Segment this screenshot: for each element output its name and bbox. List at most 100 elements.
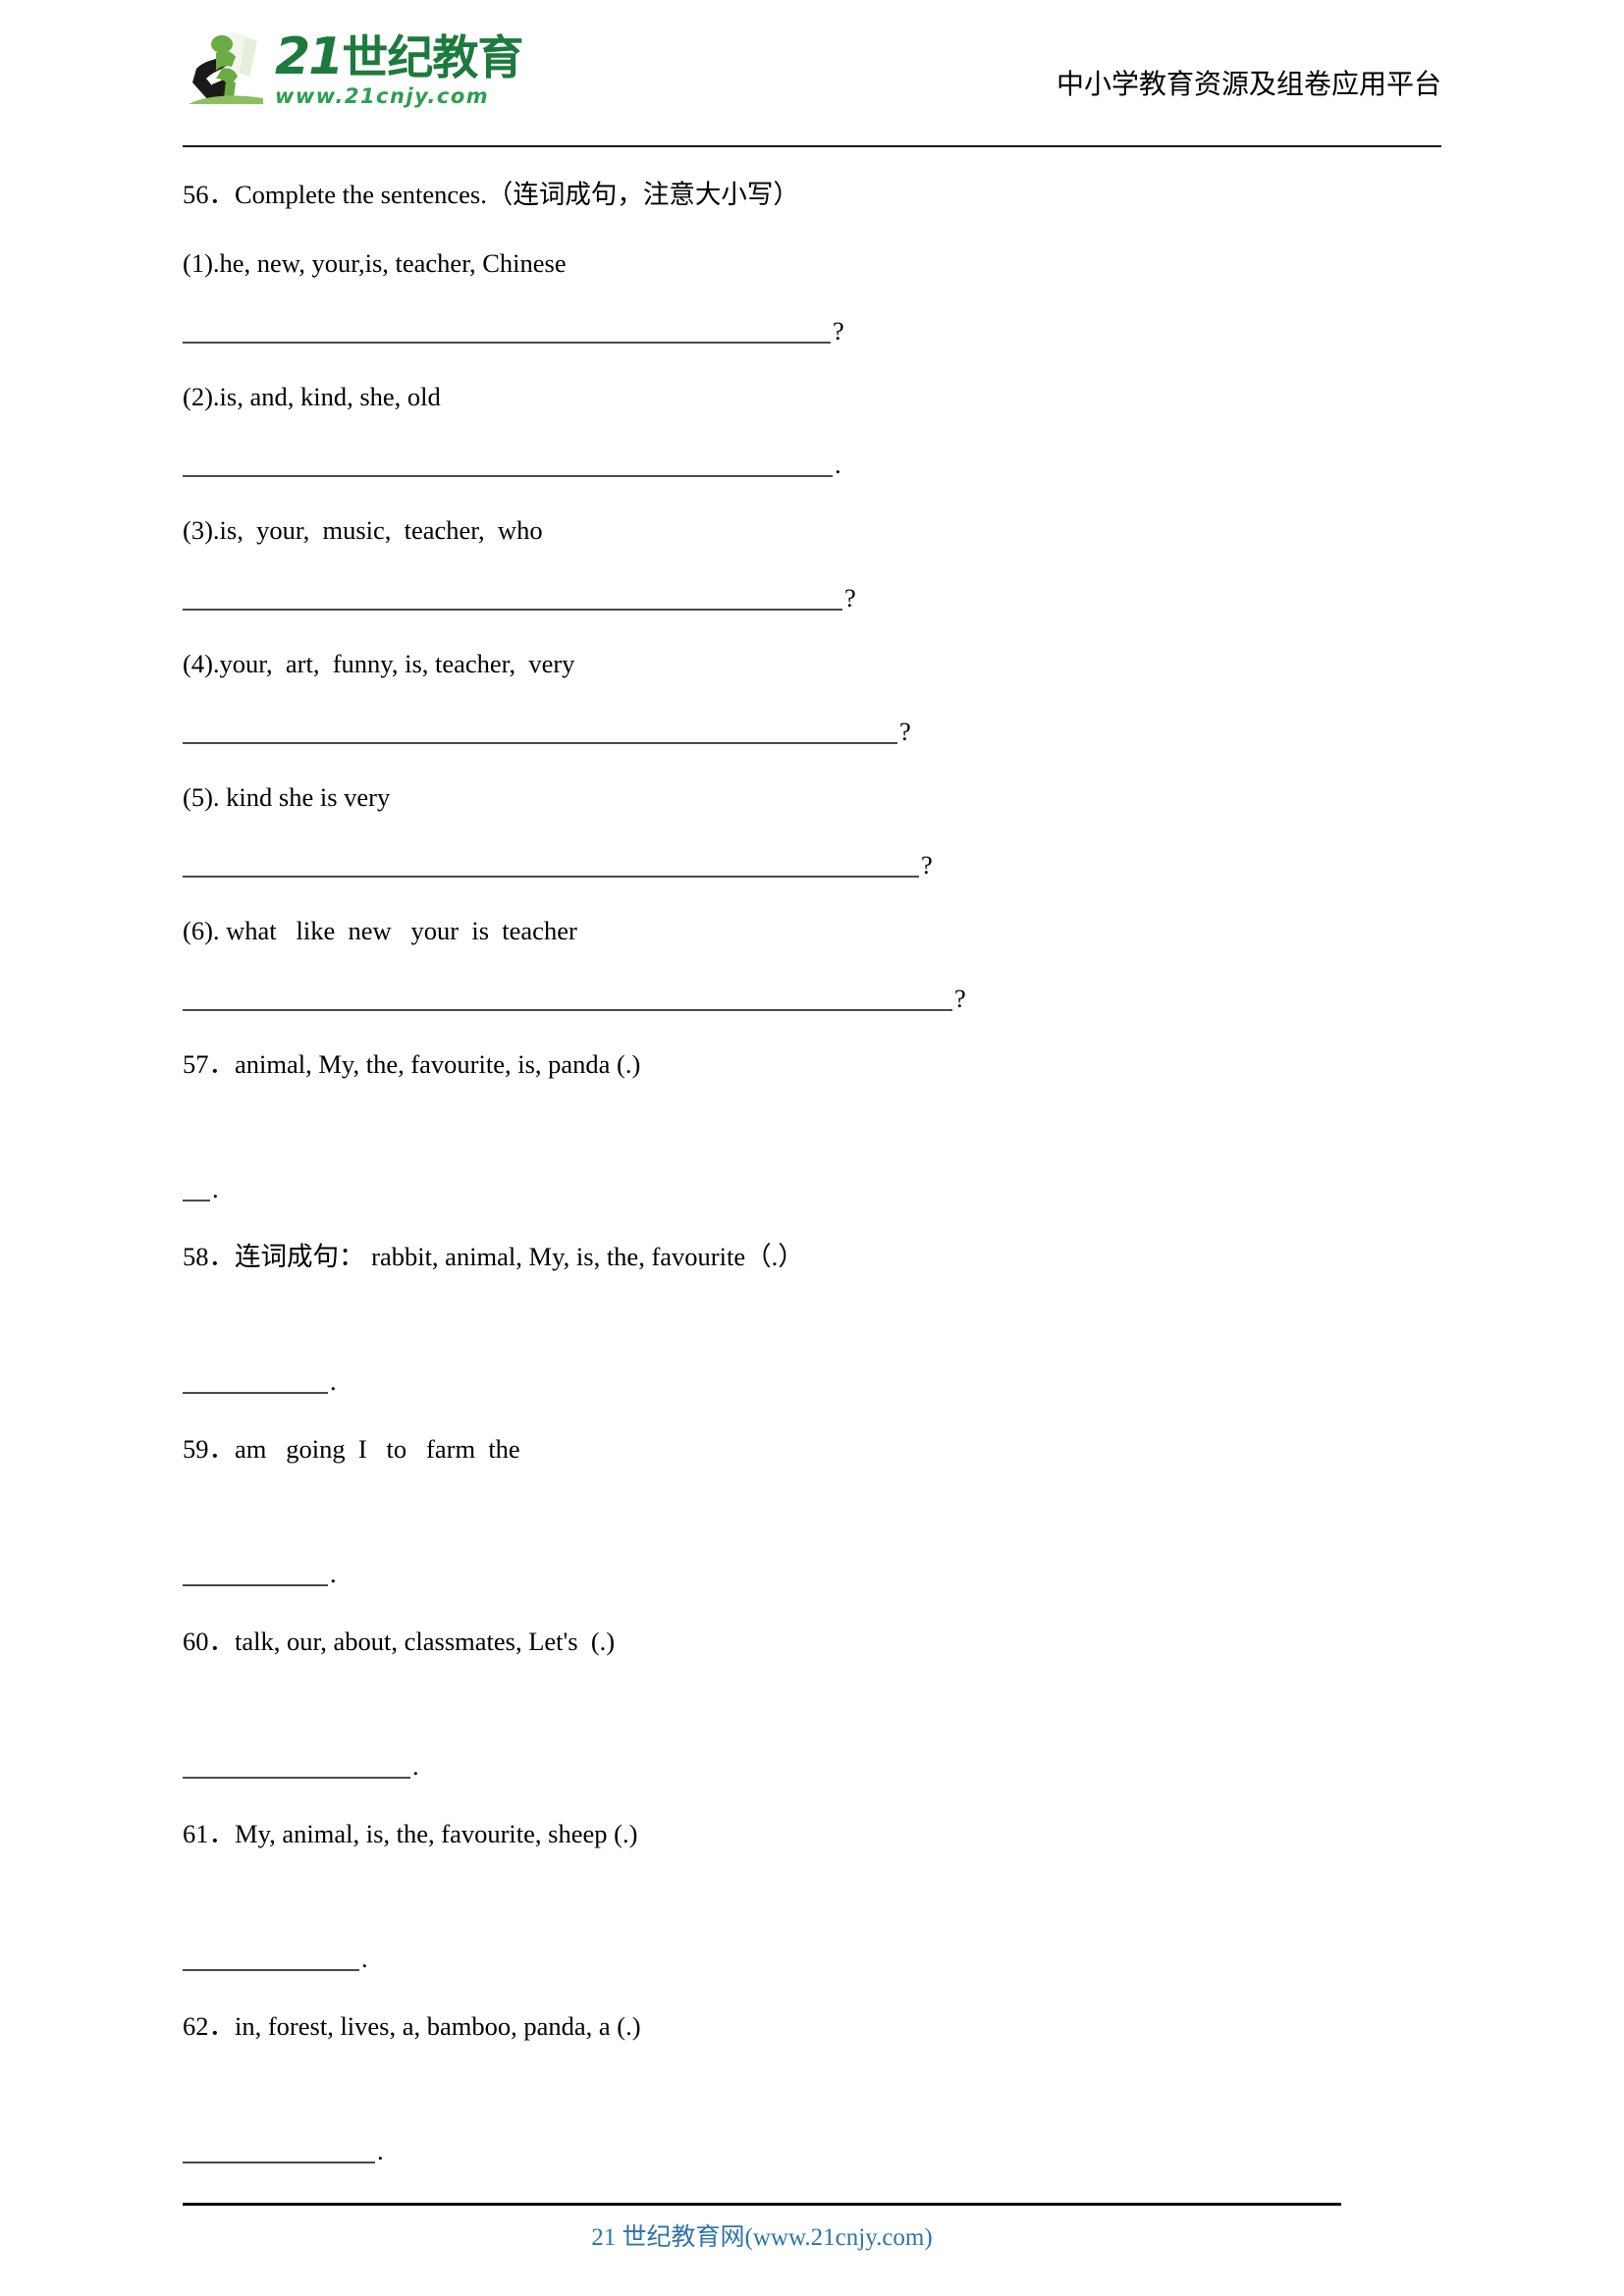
page-footer: 21 世纪教育网(www.21cnjy.com)	[183, 2203, 1441, 2253]
answer-punctuation: .	[361, 1944, 368, 1973]
answer-line-56-2[interactable]: .	[183, 450, 1441, 477]
question-57-number: 57．	[183, 1049, 235, 1079]
question-56-item-3: (3).is, your, music, teacher, who	[183, 515, 543, 545]
site-logo: 21世纪教育 www.21cnjy.com	[187, 20, 523, 114]
question-56-item-1: (1).he, new, your,is, teacher, Chinese	[183, 248, 567, 278]
answer-blank[interactable]	[183, 2136, 375, 2163]
question-57-prompt: 57．animal, My, the, favourite, is, panda…	[183, 1048, 1441, 1080]
question-60-number: 60．	[183, 1627, 235, 1656]
answer-punctuation: ?	[954, 984, 966, 1013]
question-58-text: 连词成句： rabbit, animal, My, is, the, favou…	[235, 1242, 804, 1271]
running-person-with-book-icon	[187, 26, 271, 108]
question-62-number: 62．	[183, 2011, 235, 2041]
answer-punctuation: .	[377, 2136, 384, 2165]
page-header: 21世纪教育 www.21cnjy.com 中小学教育资源及组卷应用平台	[183, 0, 1441, 116]
question-62-prompt: 62．in, forest, lives, a, bamboo, panda, …	[183, 2010, 1441, 2042]
answer-line-56-1[interactable]: ?	[183, 316, 1441, 344]
question-56-prompt: 56．Complete the sentences.（连词成句，注意大小写）	[183, 179, 1441, 210]
answer-line-58[interactable]: .	[183, 1366, 1441, 1394]
question-61-text: My, animal, is, the, favourite, sheep (.…	[235, 1819, 638, 1848]
question-56-item-4: (4).your, art, funny, is, teacher, very	[183, 649, 575, 678]
answer-blank[interactable]	[183, 1751, 410, 1779]
question-60-prompt: 60．talk, our, about, classmates, Let's (…	[183, 1626, 1441, 1657]
answer-blank[interactable]	[183, 316, 831, 344]
answer-line-56-3[interactable]: ?	[183, 583, 1441, 611]
question-56-item-2: (2).is, and, kind, she, old	[183, 382, 441, 411]
answer-blank[interactable]	[183, 1366, 328, 1394]
document-page: 21世纪教育 www.21cnjy.com 中小学教育资源及组卷应用平台 56．…	[0, 0, 1624, 2296]
answer-punctuation: ?	[899, 717, 911, 746]
answer-punctuation: .	[412, 1751, 419, 1781]
answer-punctuation: .	[330, 1559, 337, 1588]
question-60-text: talk, our, about, classmates, Let's (.)	[235, 1627, 616, 1656]
question-59-text: am going I to farm the	[235, 1434, 520, 1464]
question-57-text: animal, My, the, favourite, is, panda (.…	[235, 1049, 641, 1079]
platform-title: 中小学教育资源及组卷应用平台	[1056, 70, 1441, 100]
answer-line-56-4[interactable]: ?	[183, 717, 1441, 744]
answer-punctuation: ?	[844, 583, 856, 613]
logo-url: www.21cnjy.com	[275, 84, 490, 108]
logo-title-cn: 世纪教育	[342, 31, 523, 85]
answer-punctuation: .	[330, 1366, 337, 1396]
answer-punctuation: ?	[921, 850, 933, 880]
answer-blank[interactable]	[183, 984, 952, 1011]
logo-title-number: 21	[275, 27, 344, 86]
answer-line-60[interactable]: .	[183, 1751, 1441, 1779]
question-58-number: 58．	[183, 1242, 235, 1271]
question-56-number: 56．	[183, 180, 235, 209]
answer-blank[interactable]	[183, 850, 919, 878]
logo-title: 21世纪教育	[275, 31, 523, 85]
answer-line-56-6[interactable]: ?	[183, 984, 1441, 1011]
answer-line-57[interactable]: .	[183, 1174, 1441, 1201]
question-59-number: 59．	[183, 1434, 235, 1464]
question-61-prompt: 61．My, animal, is, the, favourite, sheep…	[183, 1818, 1441, 1849]
question-56-text: Complete the sentences.（连词成句，注意大小写）	[235, 180, 799, 209]
answer-blank[interactable]	[183, 1174, 210, 1201]
answer-blank[interactable]	[183, 1559, 328, 1586]
question-62-text: in, forest, lives, a, bamboo, panda, a (…	[235, 2011, 641, 2041]
answer-blank[interactable]	[183, 583, 842, 611]
answer-line-56-5[interactable]: ?	[183, 850, 1441, 878]
header-divider	[183, 145, 1441, 147]
footer-divider	[183, 2203, 1341, 2206]
answer-line-62[interactable]: .	[183, 2136, 1441, 2163]
question-56-item-5: (5). kind she is very	[183, 782, 391, 812]
answer-punctuation: ?	[833, 316, 844, 346]
answer-punctuation: .	[835, 450, 841, 479]
answer-blank[interactable]	[183, 450, 833, 477]
question-59-prompt: 59．am going I to farm the	[183, 1433, 1441, 1465]
answer-blank[interactable]	[183, 1944, 359, 1971]
answer-blank[interactable]	[183, 717, 897, 744]
footer-link[interactable]: 21 世纪教育网(www.21cnjy.com)	[183, 2223, 1341, 2253]
question-56-item-6: (6). what like new your is teacher	[183, 916, 577, 945]
question-58-prompt: 58．连词成句： rabbit, animal, My, is, the, fa…	[183, 1241, 1441, 1272]
logo-wordmark: 21世纪教育 www.21cnjy.com	[275, 26, 523, 108]
answer-line-59[interactable]: .	[183, 1559, 1441, 1586]
answer-line-61[interactable]: .	[183, 1944, 1441, 1971]
answer-punctuation: .	[212, 1174, 219, 1203]
question-61-number: 61．	[183, 1819, 235, 1848]
exercise-content: 56．Complete the sentences.（连词成句，注意大小写） (…	[183, 116, 1441, 2163]
